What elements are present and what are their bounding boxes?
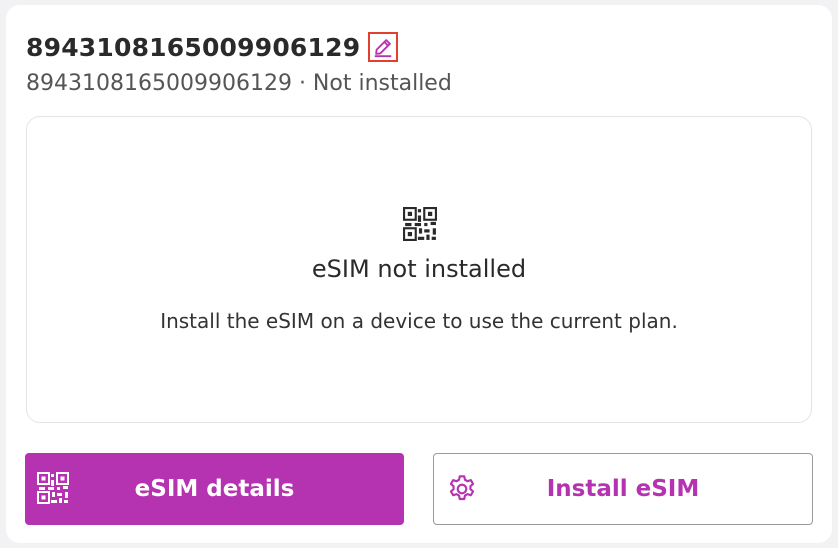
status-description: Install the eSIM on a device to use the … bbox=[160, 309, 678, 333]
esim-title: 8943108165009906129 bbox=[26, 32, 361, 62]
gear-icon bbox=[449, 475, 475, 501]
esim-subtitle: 8943108165009906129 · Not installed bbox=[26, 71, 452, 96]
title-row: 8943108165009906129 bbox=[26, 29, 399, 65]
qr-code-icon bbox=[403, 207, 437, 241]
esim-card: 8943108165009906129 8943108165009906129 … bbox=[6, 5, 832, 543]
install-esim-button[interactable]: Install eSIM bbox=[433, 453, 813, 525]
status-heading: eSIM not installed bbox=[311, 255, 527, 283]
esim-details-label: eSIM details bbox=[134, 476, 295, 502]
install-esim-label: Install eSIM bbox=[546, 476, 700, 502]
edit-name-button[interactable] bbox=[368, 32, 399, 62]
pencil-icon bbox=[375, 39, 392, 58]
esim-details-button[interactable]: eSIM details bbox=[25, 453, 404, 525]
status-panel: eSIM not installed Install the eSIM on a… bbox=[26, 116, 812, 423]
qr-code-icon bbox=[37, 472, 69, 504]
